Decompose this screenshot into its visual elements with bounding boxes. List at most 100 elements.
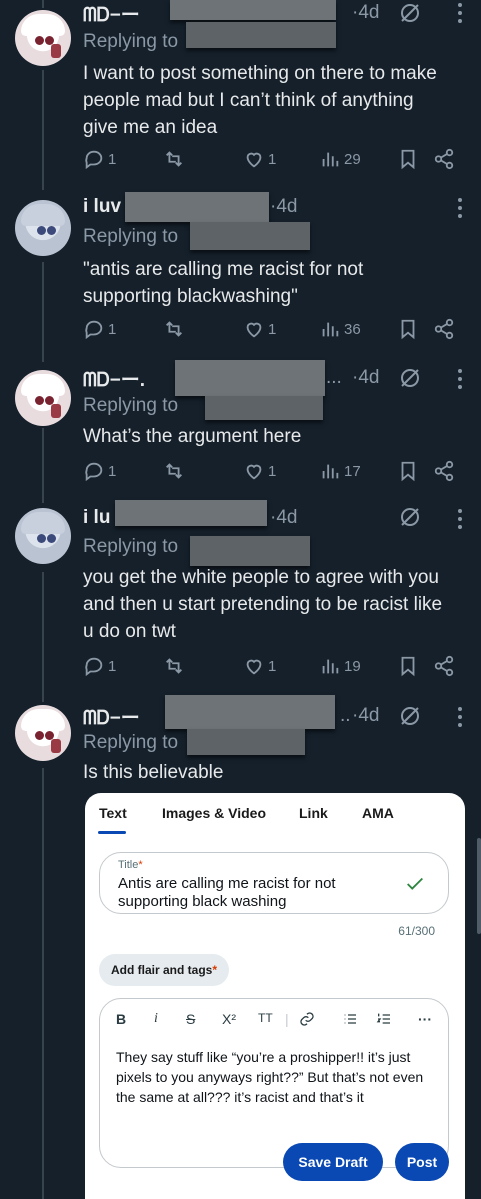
replying-to-label: Replying to	[83, 732, 179, 753]
reply-button[interactable]: 1	[83, 655, 116, 677]
numbered-list-icon[interactable]	[376, 1011, 392, 1027]
tab-images-video[interactable]: Images & Video	[162, 805, 266, 821]
more-options-icon[interactable]	[457, 198, 463, 222]
retweet-button[interactable]	[163, 655, 185, 677]
superscript-button[interactable]: X²	[222, 1011, 236, 1027]
display-name[interactable]: i luv	[83, 196, 121, 218]
display-name[interactable]: ᗰᎠ−ー.	[83, 365, 145, 392]
tweet-text: you get the white people to agree with y…	[83, 567, 443, 642]
views-button[interactable]: 29	[319, 148, 361, 170]
redaction-box	[190, 536, 310, 566]
reply-count: 1	[108, 320, 117, 338]
share-icon[interactable]	[433, 655, 455, 677]
body-editor[interactable]: B i S X² TT | ··· They say stuff like “y…	[99, 998, 449, 1168]
bold-button[interactable]: B	[116, 1011, 126, 1027]
redaction-box	[186, 22, 336, 48]
tweet[interactable]: i luv ·4d Replying to "antis are calling…	[0, 190, 481, 360]
display-name[interactable]: ᗰᎠ−ー	[83, 703, 140, 730]
more-formatting-button[interactable]: ···	[418, 1011, 432, 1027]
body-text: They say stuff like “you’re a proshipper…	[116, 1049, 424, 1105]
more-options-icon[interactable]	[457, 3, 463, 27]
title-label: Title*	[118, 859, 143, 871]
bookmark-icon[interactable]	[397, 318, 419, 340]
heart-icon	[246, 322, 262, 338]
tweet-actions: 1 1 36	[83, 318, 463, 342]
like-button[interactable]: 1	[243, 148, 276, 170]
views-button[interactable]: 19	[319, 655, 361, 677]
reply-button[interactable]: 1	[83, 148, 116, 170]
post-button[interactable]: Post	[395, 1143, 449, 1181]
tweet-text: What’s the argument here	[83, 426, 302, 447]
share-icon[interactable]	[433, 318, 455, 340]
avatar[interactable]	[15, 705, 71, 761]
retweet-button[interactable]	[163, 148, 185, 170]
more-options-icon[interactable]	[457, 707, 463, 731]
italic-button[interactable]: i	[154, 1011, 158, 1027]
reply-button[interactable]: 1	[83, 460, 116, 482]
views-icon	[322, 464, 339, 479]
more-options-icon[interactable]	[457, 369, 463, 393]
tweet[interactable]: ᗰᎠ−ー ·4d Replying to I want to post some…	[0, 0, 481, 190]
like-button[interactable]: 1	[243, 460, 276, 482]
retweet-icon	[166, 321, 182, 337]
avatar[interactable]	[15, 200, 71, 256]
composer-tabs: Text Images & Video Link AMA	[99, 805, 459, 825]
scrollbar[interactable]	[477, 838, 481, 934]
heading-button[interactable]: TT	[258, 1011, 273, 1025]
like-button[interactable]: 1	[243, 655, 276, 677]
timestamp[interactable]: ·4d	[352, 367, 379, 389]
heart-icon	[246, 659, 262, 675]
bullet-list-icon[interactable]	[342, 1011, 358, 1027]
reply-icon	[85, 320, 103, 340]
redaction-box	[187, 729, 305, 755]
link-icon[interactable]	[299, 1011, 315, 1027]
retweet-button[interactable]	[163, 318, 185, 340]
retweet-icon	[166, 151, 182, 167]
avatar[interactable]	[15, 10, 71, 66]
retweet-icon	[166, 658, 182, 674]
avatar[interactable]	[15, 508, 71, 564]
reply-button[interactable]: 1	[83, 318, 116, 340]
tab-text[interactable]: Text	[99, 805, 127, 821]
add-flair-button[interactable]: Add flair and tags *	[99, 954, 230, 986]
tab-link[interactable]: Link	[299, 805, 328, 821]
avatar[interactable]	[15, 370, 71, 426]
heart-icon	[246, 464, 262, 480]
redaction-box	[165, 695, 335, 729]
replying-to-label: Replying to	[83, 226, 179, 247]
views-icon	[322, 322, 339, 337]
active-tab-indicator	[98, 831, 126, 834]
views-button[interactable]: 17	[319, 460, 361, 482]
more-options-icon[interactable]	[457, 509, 463, 533]
strikethrough-button[interactable]: S	[186, 1011, 195, 1027]
edited-icon[interactable]	[398, 704, 422, 728]
save-draft-button[interactable]: Save Draft	[283, 1143, 383, 1181]
tweet[interactable]: ᗰᎠ−ー. ... ·4d Replying to What’s the arg…	[0, 360, 481, 500]
share-icon[interactable]	[433, 460, 455, 482]
bookmark-icon[interactable]	[397, 148, 419, 170]
redaction-box	[190, 222, 310, 250]
share-icon[interactable]	[433, 148, 455, 170]
timestamp[interactable]: ·4d	[352, 705, 379, 727]
display-name[interactable]: ᗰᎠ−ー	[83, 0, 140, 27]
formatting-toolbar: B i S X² TT | ···	[116, 1011, 436, 1031]
tab-ama[interactable]: AMA	[362, 805, 394, 821]
redaction-box	[175, 360, 325, 396]
timestamp[interactable]: ·4d	[270, 196, 297, 218]
timestamp[interactable]: ·4d	[270, 507, 297, 529]
display-name[interactable]: i lu	[83, 507, 110, 529]
timestamp[interactable]: ·4d	[352, 2, 379, 24]
like-button[interactable]: 1	[243, 318, 276, 340]
like-count: 1	[268, 320, 277, 338]
tweet-text: I want to post something on there to mak…	[83, 63, 437, 138]
tweet[interactable]: i lu ·4d Replying to you get the white p…	[0, 500, 481, 695]
edited-icon[interactable]	[398, 366, 422, 390]
edited-icon[interactable]	[398, 505, 422, 529]
retweet-button[interactable]	[163, 460, 185, 482]
bookmark-icon[interactable]	[397, 655, 419, 677]
bookmark-icon[interactable]	[397, 460, 419, 482]
views-button[interactable]: 36	[319, 318, 361, 340]
edited-icon[interactable]	[398, 1, 422, 25]
replying-to-label: Replying to	[83, 395, 179, 416]
title-field[interactable]: Title* Antis are calling me racist for n…	[99, 852, 449, 914]
